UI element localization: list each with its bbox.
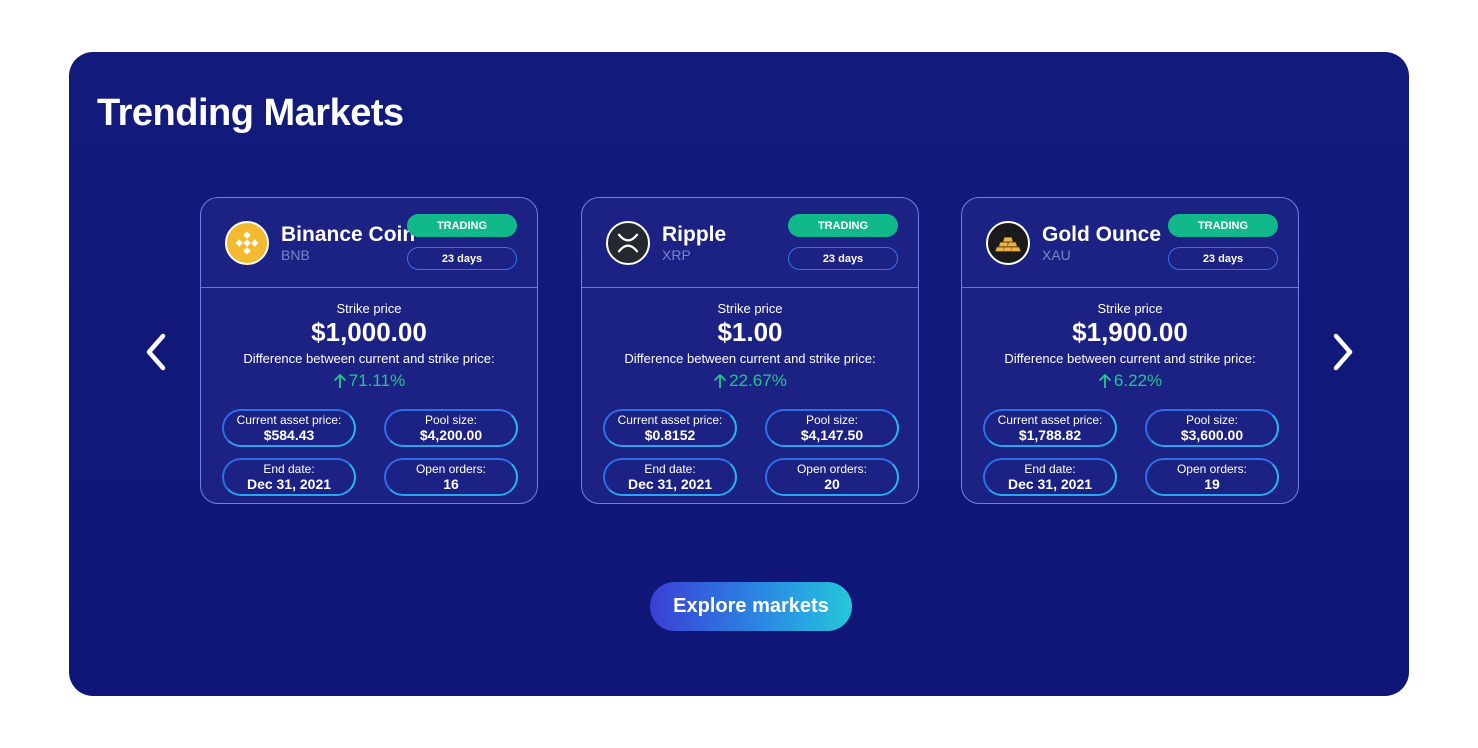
stat-value: Dec 31, 2021 xyxy=(1007,475,1093,492)
current-asset-price-pill: Current asset price: $584.43 xyxy=(222,409,356,447)
chevron-right-icon xyxy=(1333,333,1353,371)
current-asset-price-pill: Current asset price: $1,788.82 xyxy=(983,409,1117,447)
status-badge: TRADING xyxy=(788,214,898,237)
stat-value: $4,147.50 xyxy=(800,426,864,443)
pool-size-pill: Pool size: $4,147.50 xyxy=(765,409,899,447)
strike-price-label: Strike price xyxy=(717,301,783,316)
stat-value: 19 xyxy=(1204,475,1220,492)
carousel-next-button[interactable] xyxy=(1323,330,1363,374)
xrp-logo-icon xyxy=(606,221,650,265)
card-header: Gold Ounce XAU TRADING 23 days xyxy=(962,198,1298,288)
bnb-logo-icon xyxy=(225,221,269,265)
arrow-up-icon xyxy=(714,373,727,388)
market-card-xrp[interactable]: Ripple XRP TRADING 23 days Strike price … xyxy=(581,197,919,504)
end-date-pill: End date: Dec 31, 2021 xyxy=(603,458,737,496)
difference-percent: 71.11% xyxy=(348,371,406,390)
explore-markets-button[interactable]: Explore markets xyxy=(650,582,852,631)
strike-price-value: $1,000.00 xyxy=(311,317,427,347)
stat-value: $0.8152 xyxy=(644,426,696,443)
stat-value: $3,600.00 xyxy=(1180,426,1244,443)
stat-value: 20 xyxy=(824,475,840,492)
card-header: Ripple XRP TRADING 23 days xyxy=(582,198,918,288)
card-divider xyxy=(962,287,1298,288)
coin-name: Ripple xyxy=(662,223,727,246)
market-card-bnb[interactable]: Binance Coin BNB TRADING 23 days Strike … xyxy=(200,197,538,504)
current-asset-price-pill: Current asset price: $0.8152 xyxy=(603,409,737,447)
open-orders-pill: Open orders: 20 xyxy=(765,458,899,496)
strike-price-label: Strike price xyxy=(336,301,402,316)
stat-label: Pool size: xyxy=(1185,412,1239,427)
stat-label: End date: xyxy=(263,461,315,476)
stat-value: $1,788.82 xyxy=(1018,426,1082,443)
stat-value: $584.43 xyxy=(263,426,315,443)
status-badge: TRADING xyxy=(407,214,517,237)
gold-bars-icon xyxy=(986,221,1030,265)
duration-badge: 23 days xyxy=(788,247,898,270)
stat-label: Open orders: xyxy=(796,461,868,476)
difference-label: Difference between current and strike pr… xyxy=(624,351,876,366)
duration-badge: 23 days xyxy=(407,247,517,270)
strike-price-value: $1.00 xyxy=(717,317,783,347)
difference-label: Difference between current and strike pr… xyxy=(243,351,495,366)
difference-value: 22.67% xyxy=(582,371,918,391)
difference-label: Difference between current and strike pr… xyxy=(1004,351,1256,366)
stat-label: Current asset price: xyxy=(617,412,723,427)
coin-ticker: XAU xyxy=(1042,247,1071,263)
arrow-up-icon xyxy=(333,373,346,388)
open-orders-pill: Open orders: 16 xyxy=(384,458,518,496)
stat-label: End date: xyxy=(1024,461,1076,476)
status-badge: TRADING xyxy=(1168,214,1278,237)
stat-label: Open orders: xyxy=(1176,461,1248,476)
stat-label: Pool size: xyxy=(424,412,478,427)
coin-ticker: BNB xyxy=(281,247,310,263)
coin-name: Binance Coin xyxy=(281,223,416,246)
difference-value: 71.11% xyxy=(201,371,537,391)
stat-label: Pool size: xyxy=(805,412,859,427)
difference-percent: 22.67% xyxy=(729,371,787,390)
stat-value: $4,200.00 xyxy=(419,426,483,443)
market-card-xau[interactable]: Gold Ounce XAU TRADING 23 days Strike pr… xyxy=(961,197,1299,504)
section-title: Trending Markets xyxy=(97,92,404,134)
chevron-left-icon xyxy=(146,333,166,371)
open-orders-pill: Open orders: 19 xyxy=(1145,458,1279,496)
duration-badge: 23 days xyxy=(1168,247,1278,270)
trending-markets-panel: Trending Markets Binance Coin BNB TRADIN… xyxy=(69,52,1409,696)
stat-label: End date: xyxy=(644,461,696,476)
strike-price-label: Strike price xyxy=(1097,301,1163,316)
stat-value: Dec 31, 2021 xyxy=(246,475,332,492)
card-divider xyxy=(201,287,537,288)
stat-value: Dec 31, 2021 xyxy=(627,475,713,492)
end-date-pill: End date: Dec 31, 2021 xyxy=(983,458,1117,496)
arrow-up-icon xyxy=(1098,373,1112,388)
stat-label: Current asset price: xyxy=(997,412,1103,427)
coin-ticker: XRP xyxy=(662,247,691,263)
end-date-pill: End date: Dec 31, 2021 xyxy=(222,458,356,496)
pool-size-pill: Pool size: $3,600.00 xyxy=(1145,409,1279,447)
strike-price-value: $1,900.00 xyxy=(1072,317,1188,347)
card-divider xyxy=(582,287,918,288)
pool-size-pill: Pool size: $4,200.00 xyxy=(384,409,518,447)
stat-value: 16 xyxy=(443,475,459,492)
stat-label: Open orders: xyxy=(415,461,487,476)
card-header: Binance Coin BNB TRADING 23 days xyxy=(201,198,537,288)
coin-name: Gold Ounce xyxy=(1042,223,1162,246)
carousel-prev-button[interactable] xyxy=(136,330,176,374)
difference-value: 6.22% xyxy=(962,371,1298,391)
difference-percent: 6.22% xyxy=(1113,371,1163,390)
stat-label: Current asset price: xyxy=(236,412,342,427)
